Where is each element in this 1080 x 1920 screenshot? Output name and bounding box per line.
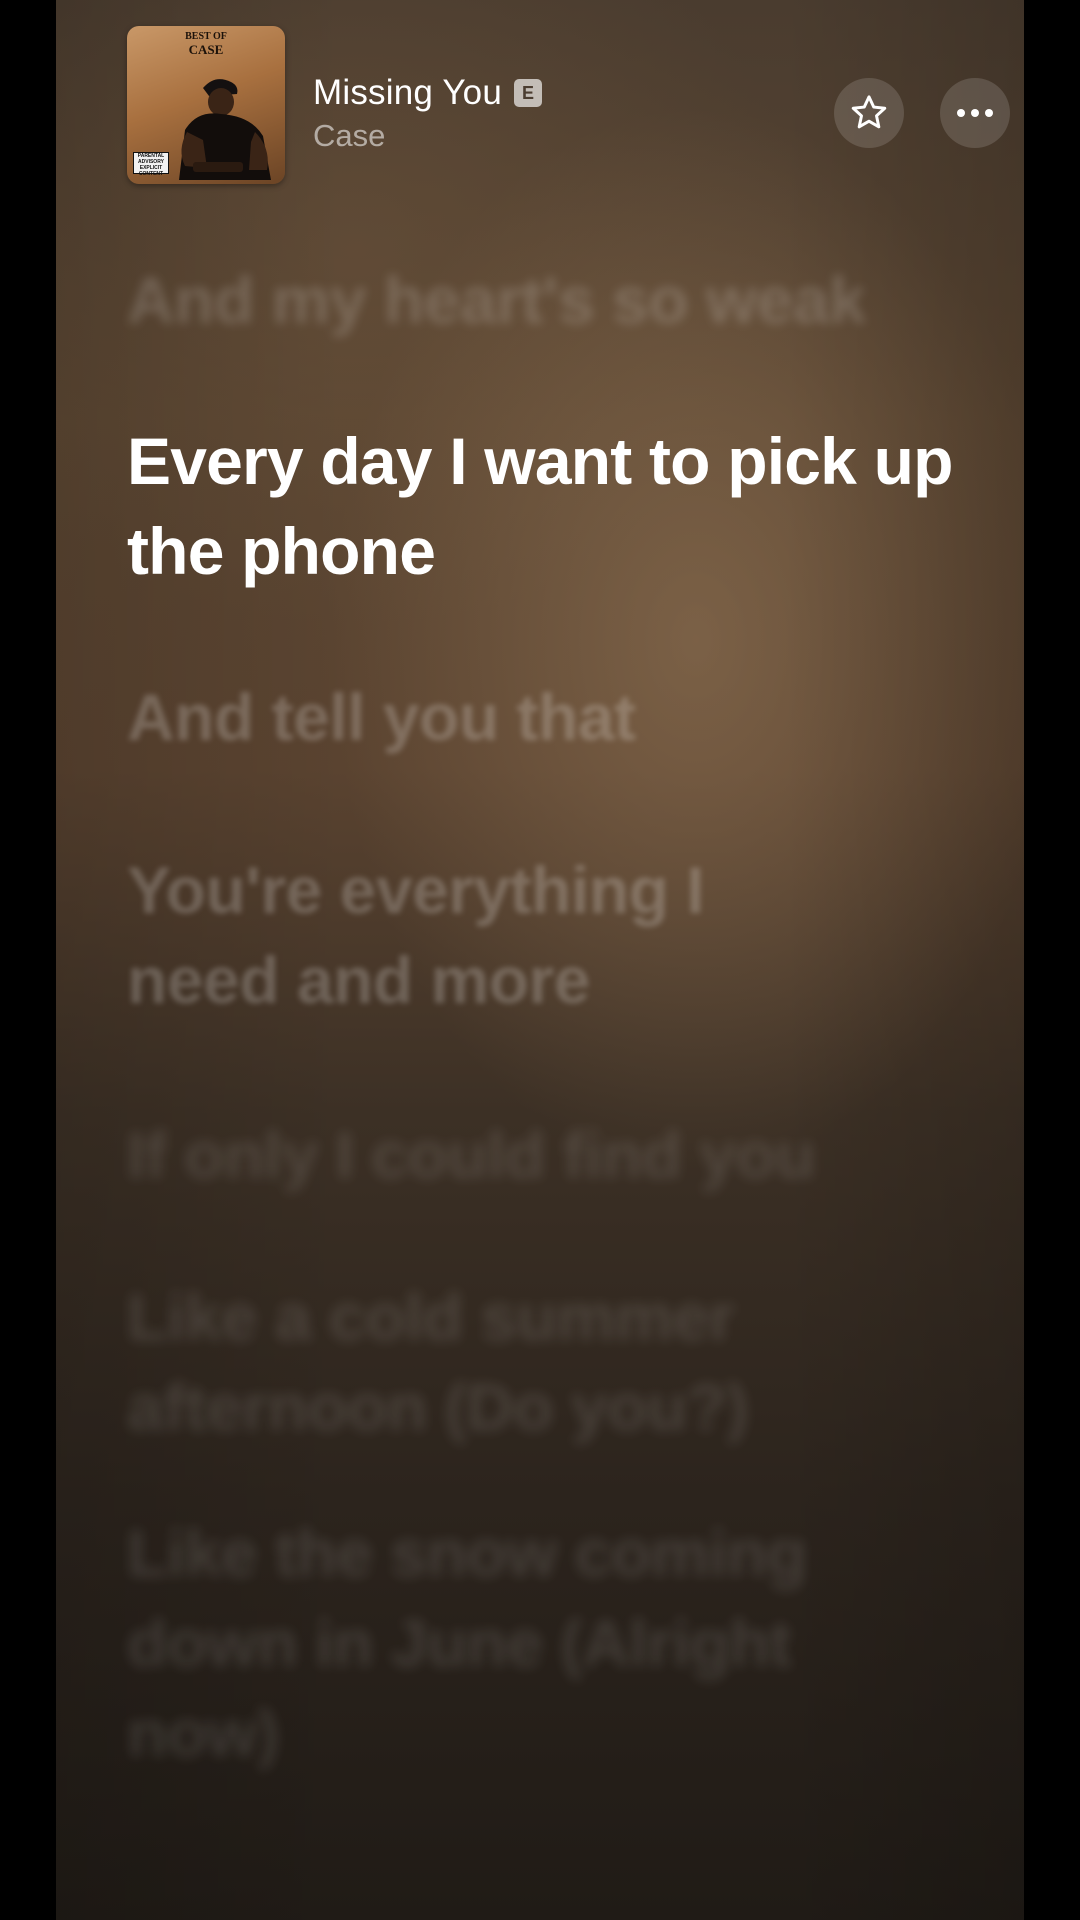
- explicit-badge: E: [514, 79, 542, 107]
- lyric-line-current[interactable]: Every day I want to pick up the phone: [127, 416, 967, 596]
- parental-advisory-label: PARENTAL ADVISORY EXPLICIT CONTENT: [133, 152, 169, 177]
- star-outline-icon: [851, 95, 887, 129]
- more-options-button[interactable]: [940, 78, 1010, 148]
- album-artwork[interactable]: BEST OF CASE PARENTAL ADVISORY EXPLICIT …: [127, 26, 285, 184]
- lyric-line[interactable]: Like the snow coming down in June (Alrig…: [127, 1508, 907, 1778]
- lyrics-screen: BEST OF CASE PARENTAL ADVISORY EXPLICIT …: [56, 0, 1024, 1920]
- artist-name[interactable]: Case: [313, 118, 385, 154]
- track-title-row: Missing You E: [313, 70, 542, 116]
- track-title[interactable]: Missing You: [313, 73, 502, 113]
- ellipsis-icon: [957, 109, 993, 117]
- lyric-line-previous[interactable]: And my heart's so weak: [127, 255, 967, 345]
- artist-photo: [179, 79, 271, 180]
- lyric-line[interactable]: If only I could find you: [127, 1110, 967, 1200]
- lyric-line[interactable]: You're everything I need and more: [127, 845, 847, 1025]
- lyric-line[interactable]: And tell you that: [127, 672, 967, 762]
- now-playing-header: BEST OF CASE PARENTAL ADVISORY EXPLICIT …: [127, 26, 1010, 184]
- favorite-button[interactable]: [834, 78, 904, 148]
- artwork-title: BEST OF CASE: [127, 30, 285, 56]
- artwork-title-line2: CASE: [188, 42, 224, 57]
- lyric-line[interactable]: Like a cold summer afternoon (Do you?): [127, 1272, 867, 1452]
